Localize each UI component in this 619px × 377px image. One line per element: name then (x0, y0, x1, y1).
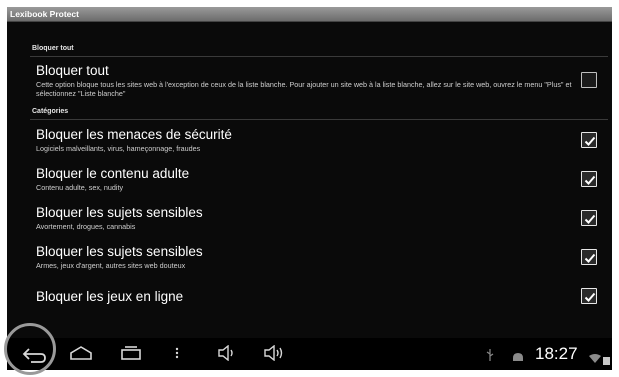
checkmark-icon (584, 214, 596, 224)
checkbox-online-games[interactable] (581, 288, 597, 304)
checkmark-icon (584, 136, 596, 146)
checkmark-icon (584, 175, 596, 185)
setting-online-games[interactable]: Bloquer les jeux en ligne (7, 288, 612, 312)
checkbox-sensitive-topics-1[interactable] (581, 210, 597, 226)
setting-security-threats[interactable]: Bloquer les menaces de sécurité Logiciel… (7, 127, 612, 159)
setting-summary: Avortement, drogues, cannabis (36, 222, 136, 231)
setting-summary: Armes, jeux d'argent, autres sites web d… (36, 261, 186, 270)
app-title: Lexibook Protect (10, 9, 79, 19)
android-icon (511, 348, 525, 367)
checkbox-adult-content[interactable] (581, 171, 597, 187)
setting-label: Bloquer les jeux en ligne (36, 289, 184, 304)
checkbox-sensitive-topics-2[interactable] (581, 249, 597, 265)
checkbox-block-all[interactable] (581, 72, 597, 88)
volume-down-icon[interactable] (217, 344, 239, 365)
checkbox-security-threats[interactable] (581, 132, 597, 148)
battery-icon (603, 350, 610, 369)
setting-summary: Logiciels malveillants, virus, hameçonna… (36, 144, 201, 153)
volume-up-icon[interactable] (263, 344, 287, 365)
status-clock: 18:27 (535, 344, 578, 363)
setting-summary: Cette option bloque tous les sites web à… (36, 80, 572, 98)
home-icon[interactable] (69, 345, 93, 365)
section-divider (30, 119, 608, 120)
system-navigation-bar: 18:27 (7, 338, 612, 370)
title-bar: Lexibook Protect (7, 7, 612, 22)
setting-block-all[interactable]: Bloquer tout Cette option bloque tous le… (7, 63, 612, 105)
setting-label: Bloquer les menaces de sécurité (36, 127, 232, 142)
tablet-screen: Lexibook Protect Bloquer tout Bloquer to… (7, 7, 612, 370)
checkmark-icon (584, 292, 596, 302)
setting-adult-content[interactable]: Bloquer le contenu adulte Contenu adulte… (7, 166, 612, 198)
checkmark-icon (584, 253, 596, 263)
setting-sensitive-topics-1[interactable]: Bloquer les sujets sensibles Avortement,… (7, 205, 612, 237)
setting-label: Bloquer les sujets sensibles (36, 205, 203, 220)
setting-summary: Contenu adulte, sex, nudity (36, 183, 124, 192)
section-header-block-all: Bloquer tout (32, 45, 74, 52)
section-header-categories: Catégories (32, 108, 69, 115)
setting-sensitive-topics-2[interactable]: Bloquer les sujets sensibles Armes, jeux… (7, 244, 612, 276)
recent-apps-icon[interactable] (119, 345, 143, 365)
menu-icon[interactable] (173, 345, 181, 365)
section-divider (30, 56, 608, 57)
usb-icon (485, 347, 495, 366)
wifi-icon (589, 349, 601, 368)
setting-label: Bloquer le contenu adulte (36, 166, 190, 181)
setting-label: Bloquer tout (36, 63, 109, 78)
back-button-highlight-ring (4, 323, 56, 375)
setting-label: Bloquer les sujets sensibles (36, 244, 203, 259)
